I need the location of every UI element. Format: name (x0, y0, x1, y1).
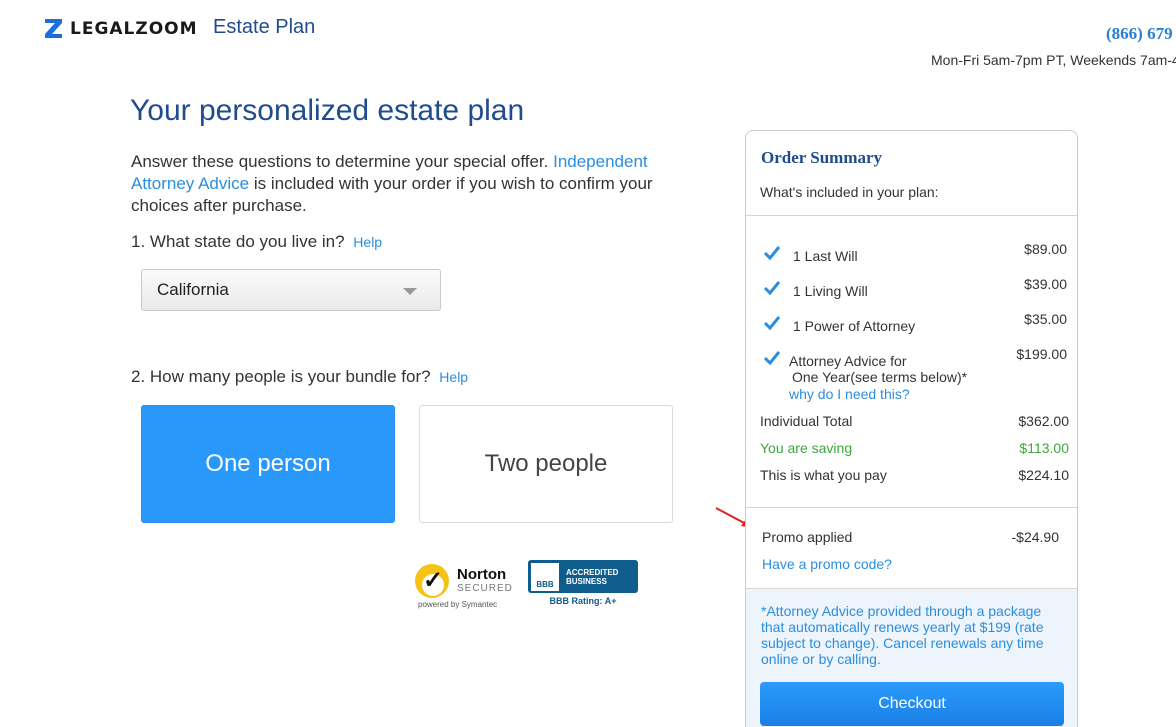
terms-note: *Attorney Advice provided through a pack… (761, 603, 1044, 667)
saving-label: You are saving (760, 440, 853, 456)
item-label: 1 Living Will (793, 283, 868, 299)
pay-label: This is what you pay (760, 467, 887, 483)
state-select-value: California (157, 280, 229, 299)
bbb-accredited: ACCREDITED BUSINESS (566, 568, 618, 586)
product-name: Estate Plan (213, 16, 316, 38)
saving-value: $113.00 (1019, 440, 1069, 456)
bbb-logo-icon: BBB (531, 562, 559, 591)
help-link-state[interactable]: Help (353, 234, 382, 250)
item-label: 1 Last Will (793, 248, 858, 264)
pay-value: $224.10 (1018, 467, 1069, 483)
checkmark-icon (763, 281, 781, 296)
promo-label: Promo applied (762, 529, 853, 545)
help-link-people[interactable]: Help (439, 369, 468, 385)
individual-total-value: $362.00 (1018, 413, 1069, 429)
promo-value: -$24.90 (1011, 529, 1059, 545)
bbb-line2: BUSINESS (566, 576, 607, 586)
terms-note-area: *Attorney Advice provided through a pack… (746, 588, 1077, 727)
question-state: 1. What state do you live in? Help (131, 232, 382, 252)
state-select[interactable]: California (141, 269, 441, 311)
option-two-people[interactable]: Two people (419, 405, 673, 523)
legalzoom-logo[interactable]: LEGALZOOM (44, 18, 198, 39)
item-price: $199.00 (1016, 346, 1067, 362)
promo-code-link[interactable]: Have a promo code? (762, 556, 892, 572)
order-summary-title: Order Summary (761, 148, 883, 167)
norton-name: Norton (457, 566, 507, 583)
checkmark-icon (763, 351, 781, 366)
norton-check-icon: ✓ (415, 564, 449, 598)
bbb-badge[interactable]: BBB ACCREDITED BUSINESS BBB Rating: A+ (528, 560, 638, 606)
item-label: One Year(see terms below)* (792, 369, 968, 385)
trust-badges: ✓ Norton SECURED powered by Symantec BBB… (414, 560, 638, 610)
divider (746, 507, 1077, 508)
order-summary-panel: Order Summary What's included in your pl… (745, 130, 1078, 727)
order-summary-subtitle: What's included in your plan: (760, 184, 939, 200)
support-hours: Mon-Fri 5am-7pm PT, Weekends 7am-4 (931, 52, 1176, 68)
chevron-down-icon (403, 288, 417, 295)
page-title: Your personalized estate plan (130, 94, 525, 127)
bbb-line1: ACCREDITED (566, 567, 619, 577)
item-price: $89.00 (1024, 241, 1067, 257)
norton-badge[interactable]: ✓ Norton SECURED powered by Symantec (414, 560, 522, 610)
norton-secured: SECURED (457, 583, 513, 594)
legalzoom-logo-icon (45, 19, 62, 38)
item-price: $39.00 (1024, 276, 1067, 292)
checkmark-icon (763, 316, 781, 331)
item-label: 1 Power of Attorney (793, 318, 916, 334)
question-state-label: 1. What state do you live in? (131, 232, 345, 251)
checkout-button[interactable]: Checkout (760, 682, 1064, 726)
individual-total-label: Individual Total (760, 413, 853, 429)
item-label: Attorney Advice for (789, 353, 907, 369)
question-people: 2. How many people is your bundle for? H… (131, 367, 468, 387)
phone-number[interactable]: (866) 679 (1106, 24, 1173, 44)
intro-text-start: Answer these questions to determine your… (131, 152, 554, 171)
option-one-person[interactable]: One person (141, 405, 395, 523)
question-people-label: 2. How many people is your bundle for? (131, 367, 431, 386)
norton-powered: powered by Symantec (418, 600, 498, 609)
checkmark-icon (763, 246, 781, 261)
item-price: $35.00 (1024, 311, 1067, 327)
bbb-rating: BBB Rating: A+ (549, 596, 617, 606)
divider (746, 215, 1077, 216)
brand-name: LEGALZOOM (70, 18, 198, 39)
why-need-this-link[interactable]: why do I need this? (789, 386, 910, 402)
intro-text: Answer these questions to determine your… (131, 151, 701, 217)
